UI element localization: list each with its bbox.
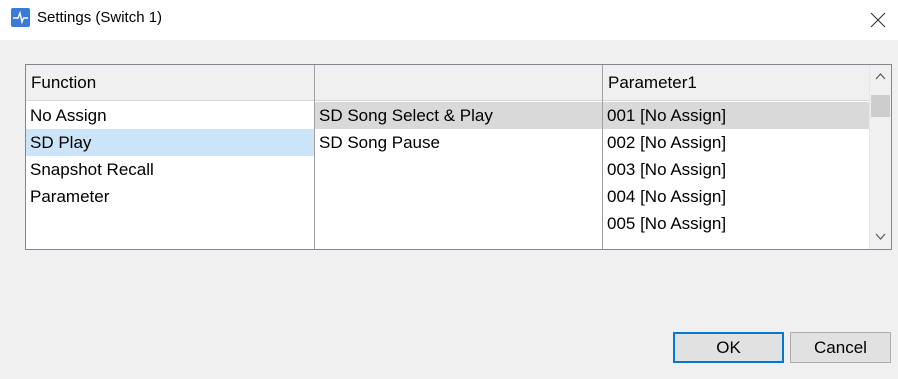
window-title: Settings (Switch 1)	[37, 9, 163, 26]
sub-function-column: SD Song Select & Play SD Song Pause	[315, 65, 602, 249]
chevron-down-icon	[875, 233, 886, 240]
parameter-item[interactable]: 002 [No Assign]	[603, 129, 869, 156]
close-icon	[870, 12, 886, 28]
assignment-panel: Function No Assign SD Play Snapshot Reca…	[25, 64, 892, 250]
function-item-sd-play[interactable]: SD Play	[26, 129, 314, 156]
scroll-down-button[interactable]	[870, 227, 891, 248]
parameter-item[interactable]: 001 [No Assign]	[603, 102, 869, 129]
app-icon	[11, 8, 30, 27]
parameter-column: Parameter1 001 [No Assign] 002 [No Assig…	[603, 65, 869, 249]
parameter-column-header[interactable]: Parameter1	[603, 65, 869, 101]
function-item-parameter[interactable]: Parameter	[26, 183, 314, 210]
function-column-header[interactable]: Function	[26, 65, 314, 101]
settings-dialog: Settings (Switch 1) Function No Assign S…	[0, 0, 898, 379]
sub-item-sd-song-select-play[interactable]: SD Song Select & Play	[315, 102, 602, 129]
cancel-button[interactable]: Cancel	[790, 332, 891, 363]
title-bar: Settings (Switch 1)	[0, 0, 898, 40]
parameter-item[interactable]: 003 [No Assign]	[603, 156, 869, 183]
close-button[interactable]	[858, 0, 898, 40]
sub-item-sd-song-pause[interactable]: SD Song Pause	[315, 129, 602, 156]
parameter-scrollbar[interactable]	[869, 65, 891, 249]
function-item-no-assign[interactable]: No Assign	[26, 102, 314, 129]
function-item-snapshot-recall[interactable]: Snapshot Recall	[26, 156, 314, 183]
parameter-item[interactable]: 004 [No Assign]	[603, 183, 869, 210]
function-column: Function No Assign SD Play Snapshot Reca…	[26, 65, 314, 249]
scroll-up-button[interactable]	[870, 66, 891, 87]
sub-function-column-header[interactable]	[315, 65, 602, 101]
ok-button[interactable]: OK	[673, 332, 784, 363]
scroll-thumb[interactable]	[871, 95, 890, 117]
chevron-up-icon	[875, 73, 886, 80]
parameter-item[interactable]: 005 [No Assign]	[603, 210, 869, 237]
